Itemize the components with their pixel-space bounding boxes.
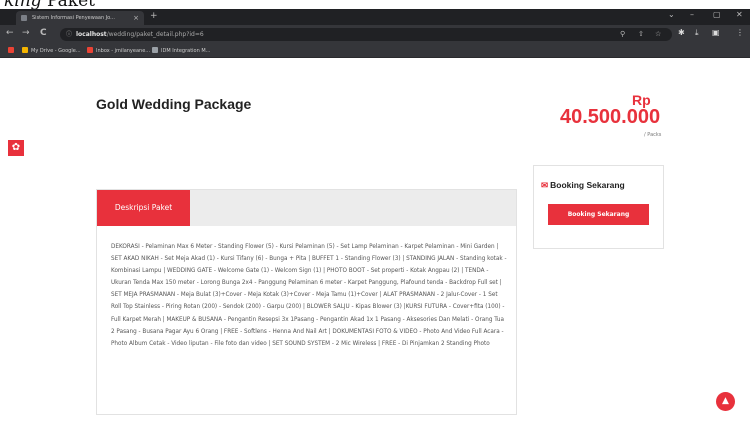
sidepanel-icon[interactable]: ▣	[712, 28, 720, 37]
extensions-icon[interactable]: ✱	[678, 28, 685, 37]
bookmark-idm[interactable]: IDM Integration M...	[152, 45, 210, 57]
gmail-icon	[87, 47, 93, 53]
settings-button[interactable]: ✿	[8, 140, 24, 156]
bookmarks-bar: My Drive - Google... Inbox - jmilanyeane…	[0, 44, 750, 58]
booking-title-text: Booking Sekarang	[550, 180, 625, 190]
caption-fragment: king Paket	[0, 0, 750, 9]
search-icon[interactable]: ⚲	[620, 28, 625, 41]
folder-icon	[152, 47, 158, 53]
page-title: Gold Wedding Package	[96, 96, 252, 112]
favicon-icon	[21, 15, 27, 21]
minimize-button[interactable]: –	[690, 10, 694, 19]
browser-tab[interactable]: Sistem Informasi Penyewaan Jo... ×	[16, 11, 144, 25]
envelope-icon: ✉	[541, 180, 549, 190]
url-input[interactable]: ⓘ localhost/wedding/paket_detail.php?id=…	[60, 28, 672, 41]
menu-icon[interactable]: ⋮	[736, 28, 744, 37]
scroll-to-top-button[interactable]: ▲	[716, 392, 735, 411]
price-unit: / Packs	[644, 132, 662, 138]
price-amount: 40.500.000	[560, 106, 661, 128]
booking-card: ✉ Booking Sekarang Booking Sekarang	[533, 165, 664, 249]
url-path: /wedding/paket_detail.php?id=6	[106, 31, 204, 38]
booking-title: ✉ Booking Sekarang	[541, 180, 625, 191]
drive-icon	[22, 47, 28, 53]
new-tab-button[interactable]: +	[150, 11, 158, 21]
description-card: Deskripsi Paket DEKORASI - Pelaminan Max…	[96, 189, 517, 415]
share-icon[interactable]: ⇧	[638, 28, 644, 41]
tab-search-icon[interactable]: ⌄	[668, 10, 675, 19]
reload-button[interactable]: C	[40, 28, 47, 38]
close-tab-icon[interactable]: ×	[133, 11, 139, 25]
forward-button[interactable]: →	[22, 28, 30, 38]
maximize-button[interactable]: ▢	[713, 10, 721, 19]
back-button[interactable]: ←	[6, 28, 14, 38]
bookmark-drive[interactable]: My Drive - Google...	[22, 45, 81, 57]
address-bar-row: ← → C ⓘ localhost/wedding/paket_detail.p…	[0, 25, 750, 44]
bookmark-inbox[interactable]: Inbox - jmilanyeane...	[87, 45, 150, 57]
package-description: DEKORASI - Pelaminan Max 6 Meter - Stand…	[111, 244, 507, 347]
close-window-button[interactable]: ✕	[736, 10, 743, 19]
tab-deskripsi-paket[interactable]: Deskripsi Paket	[97, 190, 190, 226]
tab-bar: Deskripsi Paket	[97, 190, 516, 226]
browser-tab-strip: Sistem Informasi Penyewaan Jo... × + ⌄ –…	[0, 9, 750, 25]
url-host: localhost	[76, 31, 107, 38]
star-icon[interactable]: ☆	[655, 28, 661, 41]
page-content: ✿ Gold Wedding Package Rp 40.500.000 / P…	[0, 58, 750, 426]
tab-title: Sistem Informasi Penyewaan Jo...	[32, 15, 115, 21]
caption-text: Paket	[42, 0, 95, 9]
download-icon[interactable]: ⤓	[695, 28, 699, 38]
apps-icon[interactable]	[8, 45, 17, 57]
booking-button[interactable]: Booking Sekarang	[548, 204, 649, 225]
caption-italic: king	[4, 0, 42, 9]
info-icon[interactable]: ⓘ	[66, 28, 72, 41]
